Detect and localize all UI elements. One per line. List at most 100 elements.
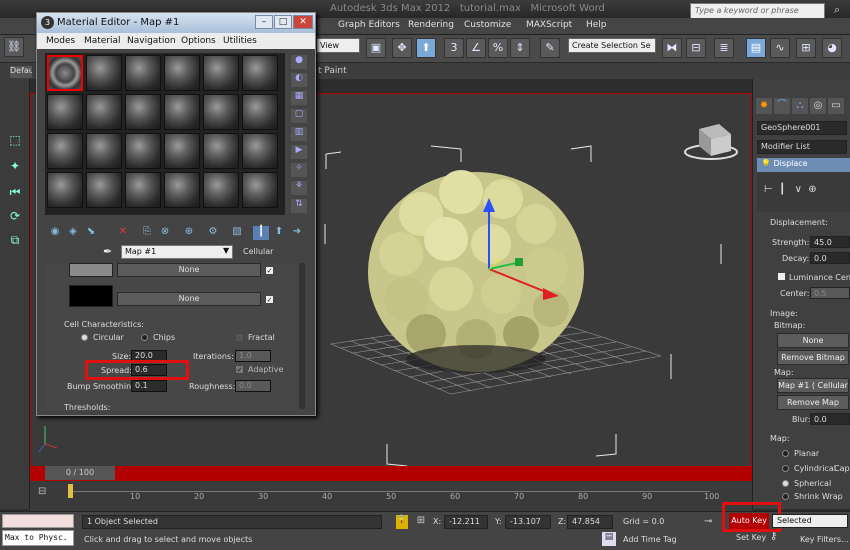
menu-modes[interactable]: Modes bbox=[46, 36, 75, 46]
menu-material[interactable]: Material bbox=[84, 36, 121, 46]
search-input[interactable]: Type a keyword or phrase bbox=[690, 3, 825, 19]
go-to-parent-icon[interactable]: ⬆ bbox=[271, 226, 287, 240]
iterations-spinner[interactable]: 1.0 bbox=[235, 350, 271, 362]
sample-slot[interactable] bbox=[203, 94, 239, 130]
display-tab-icon[interactable]: ▭ bbox=[828, 98, 844, 114]
mini-curve-editor-icon[interactable]: ⊟ bbox=[38, 486, 46, 497]
background-icon[interactable]: ▦ bbox=[291, 91, 307, 105]
menu-graph-editors[interactable]: Graph Editors bbox=[338, 20, 400, 30]
modifier-list-dropdown[interactable]: Modifier List bbox=[757, 140, 847, 154]
options-icon[interactable]: ✧ bbox=[291, 163, 307, 177]
snap-3-icon[interactable]: 3 bbox=[444, 38, 464, 58]
motion-tab-icon[interactable]: ◎ bbox=[810, 98, 826, 114]
shrink-wrap-radio[interactable] bbox=[782, 493, 789, 500]
edit-named-selection-icon[interactable]: ✎ bbox=[540, 38, 560, 58]
scene-explorer-icon[interactable]: ▤ bbox=[746, 38, 766, 58]
division-map-button[interactable]: None bbox=[117, 292, 261, 306]
absolute-mode-icon[interactable]: ⊞ bbox=[414, 515, 428, 529]
sample-slot[interactable] bbox=[125, 172, 161, 208]
sample-slot[interactable] bbox=[125, 133, 161, 169]
sample-slot[interactable] bbox=[203, 55, 239, 91]
material-editor-window[interactable]: 3 Material Editor - Map #1 – □ ✕ Modes M… bbox=[36, 12, 316, 416]
hierarchy-tab-icon[interactable]: ⛬ bbox=[792, 98, 808, 114]
named-selection-dropdown[interactable]: Create Selection Se bbox=[568, 38, 656, 53]
sample-slot[interactable] bbox=[47, 94, 83, 130]
maximize-icon[interactable]: □ bbox=[274, 15, 292, 29]
sample-slot[interactable] bbox=[86, 94, 122, 130]
sample-slot[interactable] bbox=[86, 172, 122, 208]
cell-color-swatch[interactable] bbox=[69, 263, 113, 277]
pivot-icon[interactable]: ▣ bbox=[366, 38, 386, 58]
luminance-checkbox[interactable] bbox=[777, 272, 786, 281]
key-filters-button[interactable]: Key Filters... bbox=[800, 535, 849, 544]
ribbon-tab-paint[interactable]: t Paint bbox=[318, 66, 347, 76]
params-scrollbar[interactable] bbox=[299, 263, 305, 409]
sample-slot[interactable] bbox=[47, 133, 83, 169]
sample-slot[interactable] bbox=[203, 133, 239, 169]
modifier-stack-item[interactable]: 💡 Displace bbox=[757, 158, 850, 172]
division-map-checkbox[interactable]: ✓ bbox=[265, 295, 274, 304]
menu-rendering[interactable]: Rendering bbox=[408, 20, 454, 30]
chevron-down-icon[interactable]: ▼ bbox=[223, 246, 229, 255]
sample-slot[interactable] bbox=[242, 94, 278, 130]
video-color-check-icon[interactable]: ▥ bbox=[291, 127, 307, 141]
map-type-button[interactable]: Cellular bbox=[243, 247, 273, 256]
show-map-icon[interactable]: ▧ bbox=[229, 226, 245, 240]
material-id-icon[interactable]: ⚙ bbox=[205, 226, 221, 240]
bump-smoothing-spinner[interactable]: 0.1 bbox=[131, 380, 167, 392]
material-navigator-icon[interactable]: ⇅ bbox=[291, 199, 307, 213]
menu-utilities[interactable]: Utilities bbox=[223, 36, 257, 46]
copy-material-icon[interactable]: ⎘ bbox=[139, 226, 155, 240]
sample-slot[interactable] bbox=[125, 94, 161, 130]
percent-snap-icon[interactable]: % bbox=[488, 38, 508, 58]
cell-map-checkbox[interactable]: ✓ bbox=[265, 266, 274, 275]
cell-map-button[interactable]: None bbox=[117, 263, 261, 277]
maxscript-listener-input[interactable]: Max to Physc. bbox=[2, 530, 74, 546]
paint-icon[interactable]: ✦ bbox=[4, 156, 26, 176]
sample-slot[interactable] bbox=[242, 172, 278, 208]
chips-radio[interactable] bbox=[141, 334, 148, 341]
go-forward-sibling-icon[interactable]: ➜ bbox=[289, 226, 305, 240]
curve-editor-icon[interactable]: ∿ bbox=[770, 38, 790, 58]
add-time-tag-button[interactable]: Add Time Tag bbox=[623, 535, 677, 544]
sample-type-icon[interactable]: ● bbox=[291, 55, 307, 69]
previous-frame-icon[interactable]: ⏮ bbox=[4, 182, 26, 202]
blur-spinner[interactable]: 0.0 bbox=[810, 413, 850, 425]
minimize-icon[interactable]: – bbox=[255, 15, 273, 29]
menu-help[interactable]: Help bbox=[586, 20, 607, 30]
layer-manager-icon[interactable]: ≣ bbox=[714, 38, 734, 58]
backlight-icon[interactable]: ◐ bbox=[291, 73, 307, 87]
strength-spinner[interactable]: 45.0 bbox=[810, 236, 850, 248]
unique-icon[interactable]: ⊗ bbox=[157, 226, 173, 240]
spinner-snap-icon[interactable]: ⇕ bbox=[510, 38, 530, 58]
key-icon[interactable]: ⚷ bbox=[770, 531, 784, 545]
set-key-button[interactable]: Set Key bbox=[736, 533, 766, 542]
time-marker[interactable] bbox=[68, 484, 73, 498]
uv-tiling-icon[interactable]: ▢ bbox=[291, 109, 307, 123]
bitmap-button[interactable]: None bbox=[777, 333, 849, 348]
sample-slot[interactable] bbox=[47, 172, 83, 208]
maxscript-listener-top[interactable] bbox=[2, 514, 74, 528]
get-material-icon[interactable]: ◉ bbox=[47, 226, 63, 240]
align-icon[interactable]: ⊟ bbox=[686, 38, 706, 58]
sample-slot[interactable] bbox=[242, 133, 278, 169]
remove-map-button[interactable]: Remove Map bbox=[777, 395, 849, 410]
sample-slot[interactable] bbox=[47, 55, 83, 91]
x-coordinate-field[interactable]: -12.211 bbox=[444, 515, 488, 529]
z-coordinate-field[interactable]: 47.854 bbox=[567, 515, 613, 529]
angle-snap-icon[interactable]: ∠ bbox=[466, 38, 486, 58]
select-manipulate-icon[interactable]: ⬆ bbox=[416, 38, 436, 58]
eyedropper-icon[interactable]: ✒ bbox=[103, 245, 112, 258]
decay-spinner[interactable]: 0.0 bbox=[810, 252, 850, 264]
sample-slot[interactable] bbox=[164, 55, 200, 91]
map-name-dropdown[interactable]: Map #1 bbox=[121, 245, 233, 259]
object-name-field[interactable]: GeoSphere001 bbox=[757, 121, 847, 135]
sample-slot[interactable] bbox=[164, 172, 200, 208]
menu-navigation[interactable]: Navigation bbox=[127, 36, 176, 46]
time-tag-icon[interactable]: ▤ bbox=[602, 532, 616, 546]
lock-icon[interactable]: 🔒 bbox=[396, 515, 408, 529]
reset-map-icon[interactable]: ✕ bbox=[115, 226, 131, 240]
make-preview-icon[interactable]: ▶ bbox=[291, 145, 307, 159]
division-color-swatch[interactable] bbox=[69, 285, 113, 307]
sample-slot[interactable] bbox=[242, 55, 278, 91]
